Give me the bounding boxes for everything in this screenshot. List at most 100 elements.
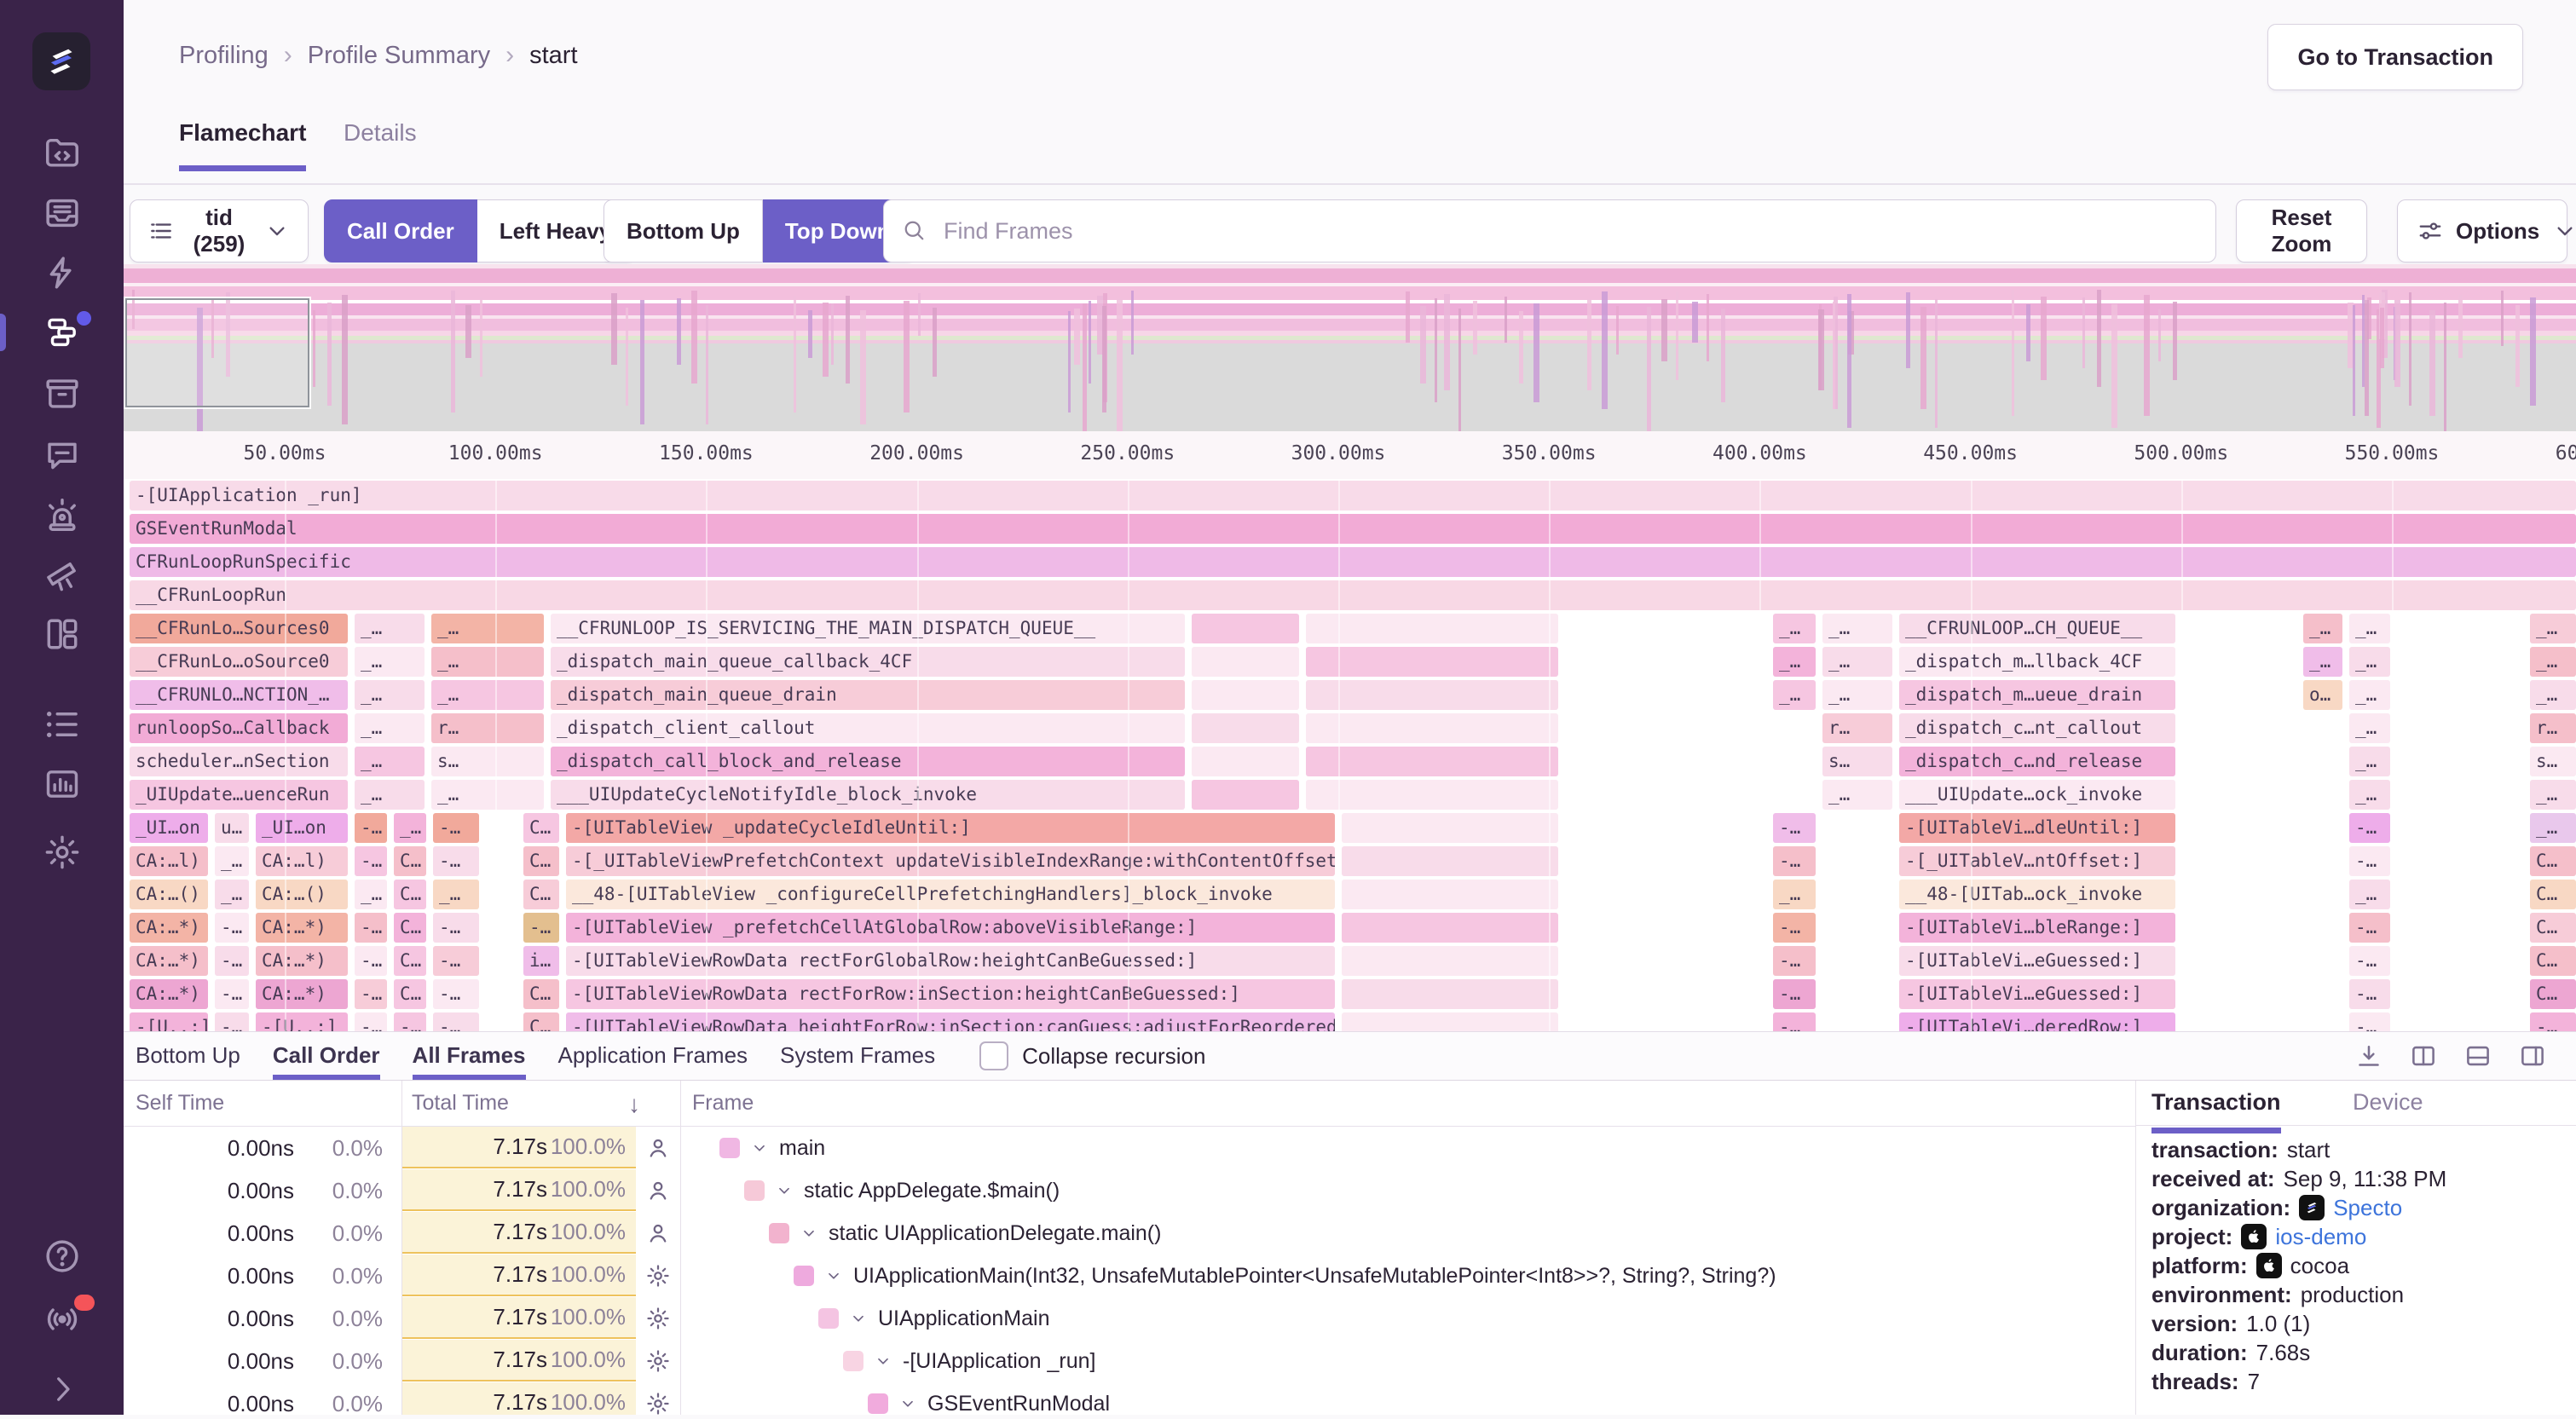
flame-frame[interactable] [1342, 813, 1558, 843]
frames-tab-system-frames[interactable]: System Frames [780, 1032, 935, 1080]
flame-frame[interactable]: -… [433, 979, 479, 1009]
flame-frame[interactable]: -… [394, 1012, 426, 1031]
flame-frame[interactable]: r… [431, 713, 544, 743]
direction-bottom-up[interactable]: Bottom Up [604, 199, 763, 262]
flame-frame[interactable]: -… [355, 979, 387, 1009]
flame-frame[interactable] [1192, 747, 1299, 776]
sidebar-item-discover[interactable] [0, 545, 124, 604]
flame-frame[interactable]: CA:…*) [130, 979, 208, 1009]
panel-tab-transaction[interactable]: Transaction [2151, 1089, 2281, 1133]
frames-tab-bottom-up[interactable]: Bottom Up [136, 1032, 240, 1080]
flame-frame[interactable]: CA:…() [256, 880, 348, 909]
table-row[interactable]: 0.00ns0.0%7.17s100.0%static AppDelegate.… [124, 1169, 2135, 1212]
table-row[interactable]: 0.00ns0.0%7.17s100.0%GSEventRunModal [124, 1382, 2135, 1415]
flame-frame[interactable]: C… [394, 946, 426, 976]
flame-frame[interactable]: _… [2349, 614, 2390, 643]
flame-frame[interactable]: -[U..:] [130, 1012, 208, 1031]
flame-frame[interactable] [1342, 1012, 1558, 1031]
flame-frame[interactable]: __CFRunLo…Sources0 [130, 614, 348, 643]
flame-frame[interactable]: CA:…*) [130, 913, 208, 943]
flame-frame[interactable]: s… [1822, 747, 1892, 776]
flame-frame[interactable]: -… [1773, 946, 1816, 976]
flame-frame[interactable] [1342, 979, 1558, 1009]
flame-frame[interactable]: -[UIApplication _run] [130, 481, 2576, 510]
table-row[interactable]: 0.00ns0.0%7.17s100.0%UIApplicationMain(I… [124, 1255, 2135, 1297]
sidebar-item-dashboards[interactable] [0, 604, 124, 664]
frames-tab-call-order[interactable]: Call Order [273, 1032, 380, 1080]
flame-frame[interactable]: runloopSo…Callback [130, 713, 348, 743]
self-time-header[interactable]: Self Time [136, 1091, 224, 1116]
breadcrumb-item[interactable]: Profiling [179, 42, 269, 70]
flame-frame[interactable]: _… [2303, 614, 2342, 643]
flame-frame[interactable]: -… [2349, 913, 2390, 943]
flame-frame[interactable]: -… [355, 846, 387, 876]
flame-frame[interactable]: -… [2349, 813, 2390, 843]
lay-col-icon[interactable] [2409, 1041, 2438, 1070]
flame-frame[interactable]: _dispatch_m…ueue_drain [1899, 680, 2175, 710]
flame-frame[interactable]: -[UITableVi…eGuessed:] [1899, 979, 2175, 1009]
flame-frame[interactable]: C… [2530, 880, 2576, 909]
flame-frame[interactable]: -… [215, 1012, 249, 1031]
chevron-down-icon[interactable] [849, 1309, 868, 1328]
flame-frame[interactable]: __48-[UITableView _configureCellPrefetch… [566, 880, 1335, 909]
flame-frame[interactable]: _… [433, 880, 479, 909]
flame-frame[interactable]: _… [215, 846, 249, 876]
flame-frame[interactable] [1306, 713, 1558, 743]
flame-frame[interactable]: CA:…l) [130, 846, 208, 876]
flame-frame[interactable]: -… [523, 913, 559, 943]
sort-arrow-icon[interactable]: ↓ [628, 1091, 640, 1118]
detail-value[interactable]: ios-demo [2275, 1222, 2366, 1251]
flame-frame[interactable]: _… [2349, 680, 2390, 710]
flame-frame[interactable]: -… [433, 946, 479, 976]
flame-frame[interactable]: _UIUpdate…uenceRun [130, 780, 348, 810]
flame-frame[interactable]: -… [355, 913, 387, 943]
flame-frame[interactable]: _… [1773, 880, 1816, 909]
collapse-recursion-toggle[interactable]: Collapse recursion [979, 1032, 1205, 1080]
flame-frame[interactable]: -[UITableVi…dleUntil:] [1899, 813, 2175, 843]
lay-row-icon[interactable] [2463, 1041, 2492, 1070]
flame-frame[interactable]: -… [1773, 913, 1816, 943]
flame-frame[interactable]: _… [2349, 713, 2390, 743]
flame-frame[interactable]: _… [355, 713, 425, 743]
flame-frame[interactable]: -[_UITableViewPrefetchContext updateVisi… [566, 846, 1335, 876]
flame-frame[interactable]: i… [523, 946, 559, 976]
flame-frame[interactable]: -… [215, 979, 249, 1009]
flame-frame[interactable]: CA:…*) [256, 946, 348, 976]
flame-frame[interactable]: -… [433, 1012, 479, 1031]
flame-frame[interactable]: _… [394, 813, 426, 843]
frames-tab-all-frames[interactable]: All Frames [413, 1032, 526, 1080]
flame-frame[interactable]: CA:…*) [256, 979, 348, 1009]
flame-frame[interactable]: u… [215, 813, 249, 843]
flame-frame[interactable] [1306, 614, 1558, 643]
flame-frame[interactable]: ___UIUpdateCycleNotifyIdle_block_invoke [551, 780, 1185, 810]
flame-frame[interactable] [1192, 713, 1299, 743]
flame-frame[interactable]: __CFRunLo…oSource0 [130, 647, 348, 677]
flame-frame[interactable]: _… [2303, 647, 2342, 677]
flame-frame[interactable] [1192, 614, 1299, 643]
flame-frame[interactable]: -[UITableView _updateCycleIdleUntil:] [566, 813, 1335, 843]
flame-frame[interactable]: _… [431, 647, 544, 677]
search-input[interactable] [942, 217, 2198, 245]
flame-frame[interactable]: _… [2530, 614, 2576, 643]
flame-frame[interactable]: _… [1822, 780, 1892, 810]
flame-frame[interactable]: -… [355, 1012, 387, 1031]
flame-frame[interactable]: C… [2530, 946, 2576, 976]
sidebar-item-help[interactable] [0, 1226, 124, 1286]
flame-frame[interactable]: _… [1773, 614, 1816, 643]
flame-frame[interactable] [1342, 913, 1558, 943]
flame-frame[interactable]: -… [355, 946, 387, 976]
flame-frame[interactable]: -[UITableVi…eGuessed:] [1899, 946, 2175, 976]
flame-frame[interactable] [1306, 647, 1558, 677]
flame-frame[interactable]: _… [2349, 747, 2390, 776]
flame-frame[interactable]: C… [394, 880, 426, 909]
flame-frame[interactable] [1306, 780, 1558, 810]
flame-frame[interactable]: C… [523, 1012, 559, 1031]
flame-frame[interactable]: o… [2303, 680, 2342, 710]
flame-frame[interactable]: _… [355, 880, 387, 909]
chevron-down-icon[interactable] [800, 1224, 818, 1243]
flame-frame[interactable]: -… [2349, 946, 2390, 976]
flame-frame[interactable]: -… [215, 913, 249, 943]
flame-frame[interactable]: -… [2349, 846, 2390, 876]
flame-frame[interactable] [1306, 747, 1558, 776]
flame-frame[interactable]: s… [431, 747, 544, 776]
